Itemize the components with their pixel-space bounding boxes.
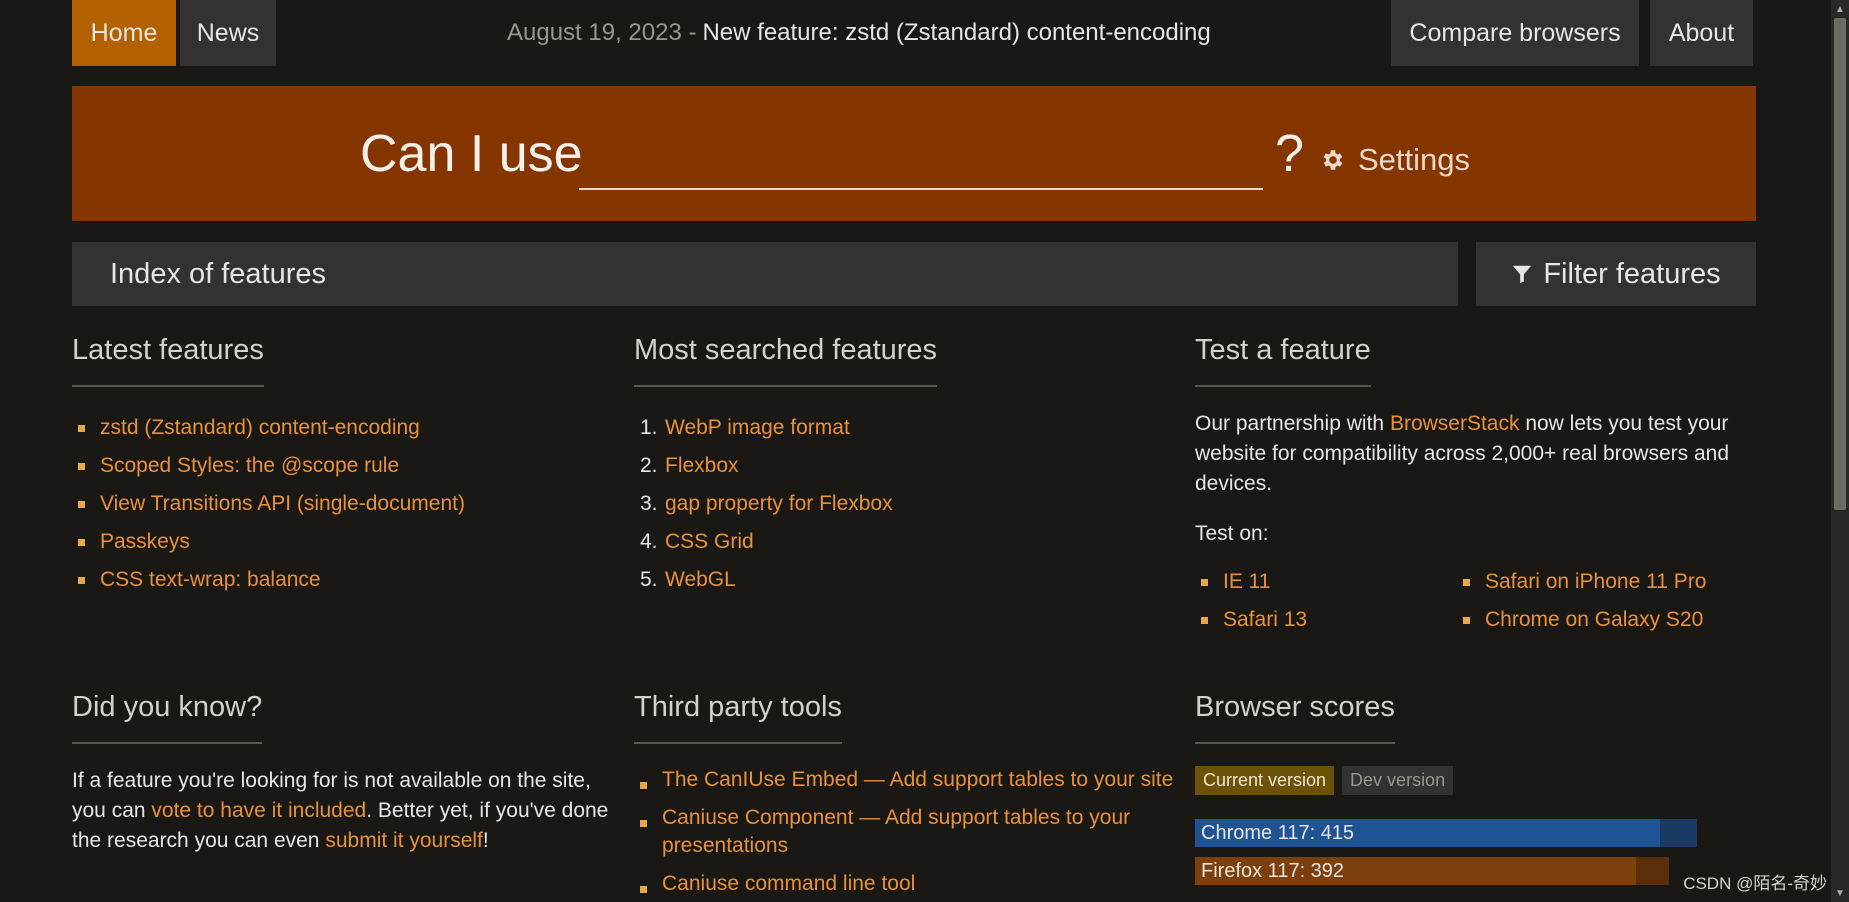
list-item: 4. CSS Grid	[634, 523, 1174, 561]
list-item: Chrome on Galaxy S20	[1457, 601, 1719, 639]
browserstack-link[interactable]: BrowserStack	[1390, 412, 1520, 435]
tab-current-version[interactable]: Current version	[1195, 766, 1335, 795]
list-item: Caniuse command line tool	[634, 870, 1174, 898]
latest-features-section: Latest features zstd (Zstandard) content…	[72, 334, 592, 599]
dyk-text-3: !	[482, 829, 489, 852]
score-tabs: Current version Dev version	[1195, 766, 1715, 795]
index-of-features-button[interactable]: Index of features	[72, 242, 1458, 306]
latest-feature-link[interactable]: zstd (Zstandard) content-encoding	[100, 416, 420, 439]
nav-home[interactable]: Home	[72, 0, 176, 66]
most-searched-link[interactable]: WebGL	[665, 568, 736, 591]
settings-button[interactable]: Settings	[1320, 142, 1470, 178]
test-browser-link[interactable]: IE 11	[1223, 570, 1270, 593]
search-hero: Can I use ? Settings	[72, 86, 1756, 221]
most-searched-list: 1. WebP image format 2. Flexbox 3. gap prop…	[634, 409, 1174, 599]
list-number: 5.	[640, 568, 658, 591]
test-feature-title: Test a feature	[1195, 334, 1371, 387]
vote-link[interactable]: vote to have it included	[151, 799, 366, 822]
nav-compare-browsers[interactable]: Compare browsers	[1391, 0, 1639, 66]
test-browsers-list: IE 11 Safari on iPhone 11 Pro Safari 13 …	[1195, 563, 1735, 639]
nav-news[interactable]: News	[180, 0, 276, 66]
list-item: Scoped Styles: the @scope rule	[72, 447, 592, 485]
latest-feature-link[interactable]: Passkeys	[100, 530, 190, 553]
test-on-label: Test on:	[1195, 522, 1269, 545]
list-number: 3.	[640, 492, 658, 515]
latest-feature-link[interactable]: View Transitions API (single-document)	[100, 492, 465, 515]
announcement: August 19, 2023 - New feature: zstd (Zst…	[507, 0, 1211, 66]
did-you-know-section: Did you know? If a feature you're lookin…	[72, 691, 612, 856]
filter-features-label: Filter features	[1543, 257, 1721, 290]
score-bar-chrome[interactable]: Chrome 117: 415	[1195, 819, 1697, 847]
latest-feature-link[interactable]: Scoped Styles: the @scope rule	[100, 454, 399, 477]
filter-features-button[interactable]: Filter features	[1476, 242, 1756, 306]
test-feature-description: Our partnership with BrowserStack now le…	[1195, 409, 1735, 499]
list-number: 4.	[640, 530, 658, 553]
list-item: Caniuse Component — Add support tables t…	[634, 804, 1174, 860]
score-bar-label: Chrome 117: 415	[1201, 821, 1355, 844]
most-searched-link[interactable]: CSS Grid	[665, 530, 754, 553]
list-item: zstd (Zstandard) content-encoding	[72, 409, 592, 447]
vertical-scrollbar[interactable]: ▲ ▼	[1831, 0, 1849, 902]
list-item: 2. Flexbox	[634, 447, 1174, 485]
scroll-up-arrow-icon[interactable]: ▲	[1831, 0, 1849, 18]
score-bar-remainder	[1660, 819, 1697, 847]
gear-icon	[1323, 150, 1343, 170]
third-party-link[interactable]: Caniuse command line tool	[662, 872, 915, 895]
top-navigation: Home News August 19, 2023 - New feature:…	[72, 0, 1753, 66]
third-party-link[interactable]: The CanIUse Embed — Add support tables t…	[662, 768, 1173, 791]
did-you-know-text: If a feature you're looking for is not a…	[72, 766, 612, 856]
scroll-down-arrow-icon[interactable]: ▼	[1831, 884, 1849, 902]
list-item: Passkeys	[72, 523, 592, 561]
test-text-before: Our partnership with	[1195, 412, 1385, 435]
scrollbar-thumb[interactable]	[1834, 18, 1846, 510]
third-party-tools-section: Third party tools The CanIUse Embed — Ad…	[634, 691, 1174, 898]
most-searched-title: Most searched features	[634, 334, 938, 387]
hero-question-mark: ?	[1275, 125, 1304, 183]
list-item: The CanIUse Embed — Add support tables t…	[634, 766, 1174, 794]
third-party-link[interactable]: Caniuse Component — Add support tables t…	[662, 806, 1130, 857]
list-item: CSS text-wrap: balance	[72, 561, 592, 599]
latest-features-title: Latest features	[72, 334, 264, 387]
test-browser-link[interactable]: Safari on iPhone 11 Pro	[1485, 570, 1706, 593]
list-number: 1.	[640, 416, 658, 439]
tab-dev-version[interactable]: Dev version	[1342, 766, 1454, 795]
submit-link[interactable]: submit it yourself	[325, 829, 483, 852]
list-item: Safari on iPhone 11 Pro	[1457, 563, 1719, 601]
feature-search-input[interactable]	[579, 138, 1263, 190]
test-browser-link[interactable]: Safari 13	[1223, 608, 1307, 631]
announcement-date: August 19, 2023 -	[507, 19, 697, 46]
filter-icon	[1513, 265, 1532, 284]
third-party-tools-list: The CanIUse Embed — Add support tables t…	[634, 766, 1174, 898]
browser-scores-section: Browser scores Current version Dev versi…	[1195, 691, 1715, 885]
test-browser-link[interactable]: Chrome on Galaxy S20	[1485, 608, 1703, 631]
list-item: IE 11	[1195, 563, 1457, 601]
list-item: Safari 13	[1195, 601, 1457, 639]
most-searched-link[interactable]: WebP image format	[665, 416, 850, 439]
most-searched-link[interactable]: Flexbox	[665, 454, 739, 477]
list-item: 5. WebGL	[634, 561, 1174, 599]
index-of-features-label: Index of features	[110, 257, 327, 290]
list-item: View Transitions API (single-document)	[72, 485, 592, 523]
list-item: 3. gap property for Flexbox	[634, 485, 1174, 523]
third-party-tools-title: Third party tools	[634, 691, 842, 744]
did-you-know-title: Did you know?	[72, 691, 263, 744]
latest-features-list: zstd (Zstandard) content-encoding Scoped…	[72, 409, 592, 599]
most-searched-section: Most searched features 1. WebP image form…	[634, 334, 1174, 599]
list-item: 1. WebP image format	[634, 409, 1174, 447]
watermark: CSDN @陌名-奇妙	[1683, 874, 1827, 893]
hero-label: Can I use	[360, 125, 583, 183]
score-bar-remainder	[1636, 857, 1669, 885]
settings-label: Settings	[1358, 142, 1471, 177]
score-bar-firefox[interactable]: Firefox 117: 392	[1195, 857, 1669, 885]
nav-about[interactable]: About	[1650, 0, 1753, 66]
announcement-link[interactable]: New feature: zstd (Zstandard) content-en…	[702, 19, 1210, 47]
browser-scores-title: Browser scores	[1195, 691, 1395, 744]
list-number: 2.	[640, 454, 658, 477]
most-searched-link[interactable]: gap property for Flexbox	[665, 492, 893, 515]
test-feature-section: Test a feature Our partnership with Brow…	[1195, 334, 1735, 639]
latest-feature-link[interactable]: CSS text-wrap: balance	[100, 568, 321, 591]
score-bar-label: Firefox 117: 392	[1201, 859, 1345, 882]
